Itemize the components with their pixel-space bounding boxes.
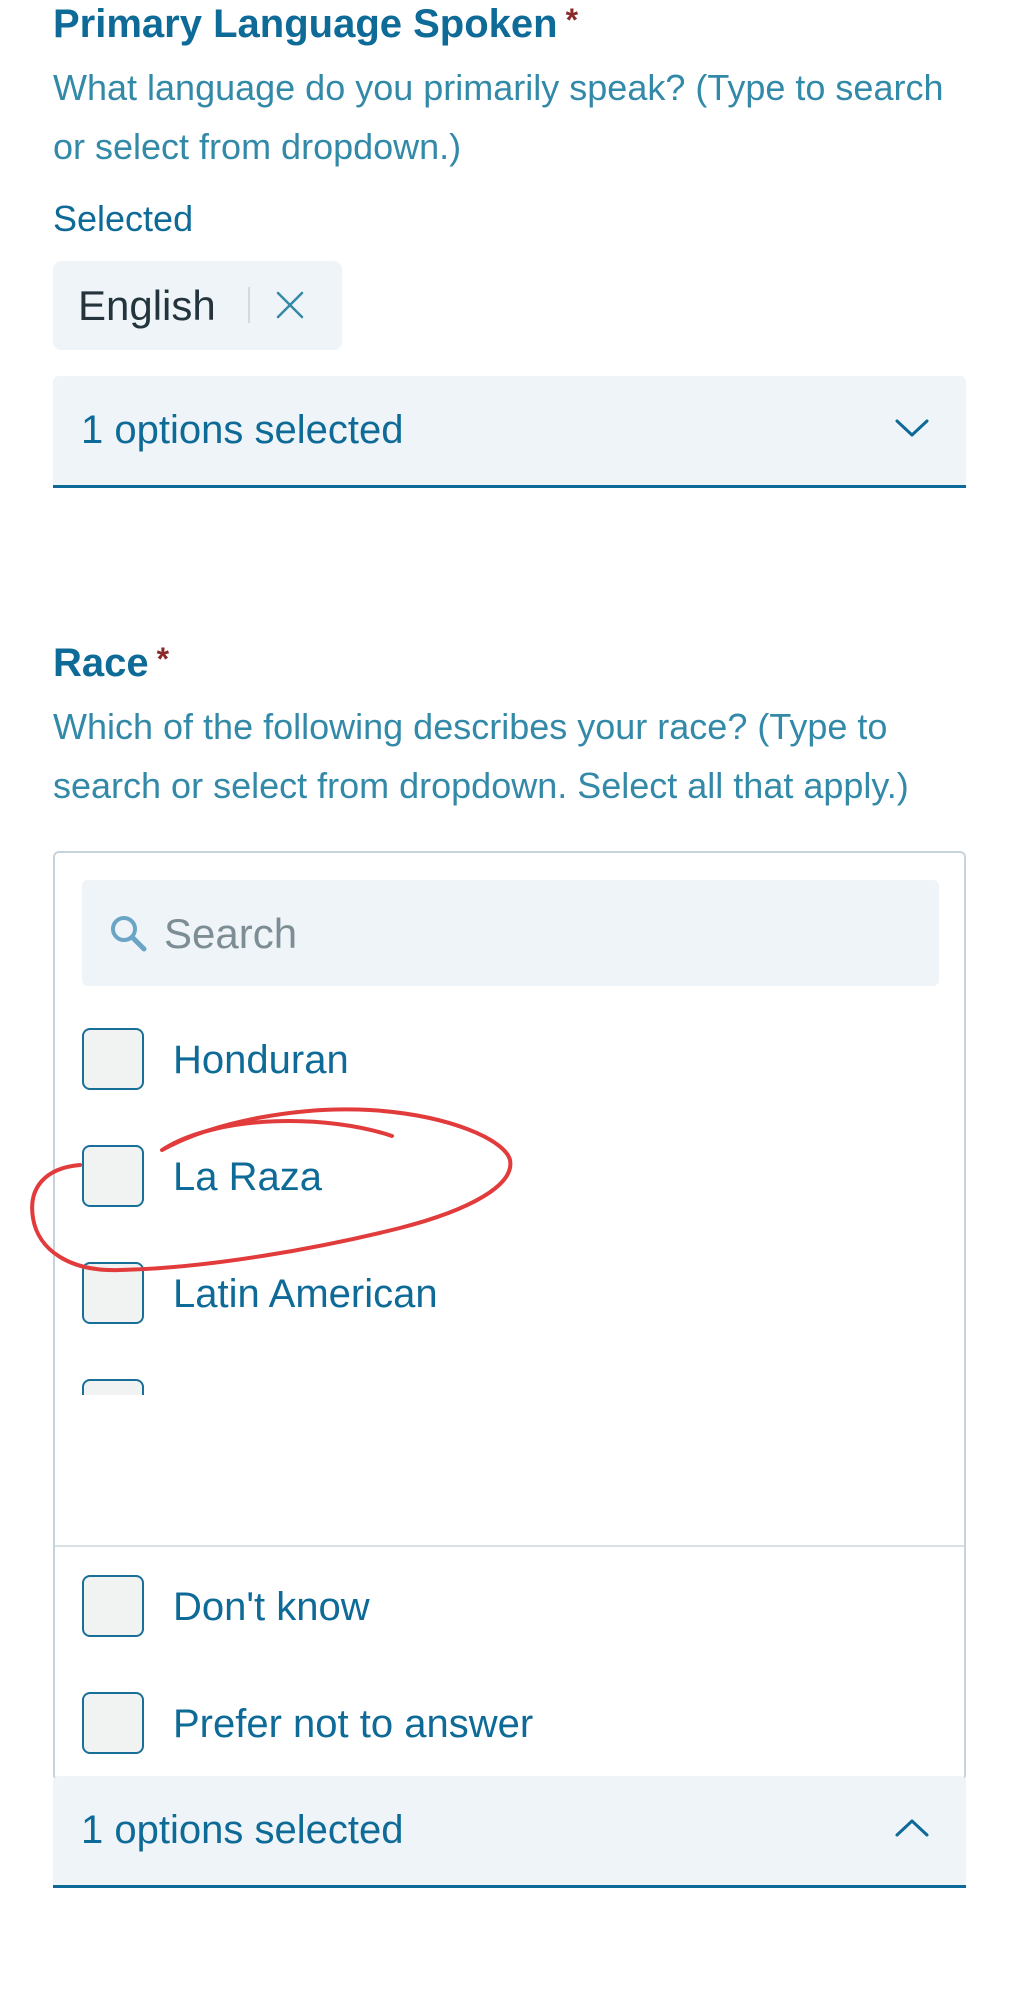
list-item[interactable]: Honduran [55,1028,964,1145]
list-item[interactable]: Latin American [55,1262,964,1379]
list-item[interactable]: Prefer not to answer [55,1692,964,1779]
option-label: Don't know [173,1585,370,1629]
chip-divider [248,287,250,323]
race-question-description: Which of the following describes your ra… [53,706,909,806]
list-item[interactable]: La Raza [55,1145,964,1262]
search-icon [111,916,147,952]
form-page: Primary Language Spoken * What language d… [0,0,1021,2000]
race-select-summary: 1 options selected [81,1808,404,1852]
list-item[interactable]: Don't know [55,1575,964,1692]
language-question-description: What language do you primarily speak? (T… [53,67,944,167]
checkbox[interactable] [82,1692,144,1754]
required-marker: * [565,2,579,38]
list-item[interactable]: Mexican [55,1379,964,1395]
race-option-list[interactable]: Honduran La Raza Latin American Mexican [55,1028,964,1395]
option-label: Mexican [173,1387,322,1395]
checkbox[interactable] [82,1028,144,1090]
race-question-title: Race * [53,643,169,683]
search-field[interactable] [82,880,939,986]
chevron-up-icon[interactable] [894,1814,930,1842]
race-title-text: Race [53,641,149,685]
divider [55,1545,964,1547]
option-label: La Raza [173,1155,322,1199]
language-select[interactable]: 1 options selected [53,376,966,488]
race-options-dropdown: Honduran La Raza Latin American Mexican … [53,851,966,1781]
language-question-title: Primary Language Spoken * [53,4,578,44]
option-label: Prefer not to answer [173,1702,534,1746]
checkbox[interactable] [82,1262,144,1324]
race-select[interactable]: 1 options selected [53,1776,966,1888]
chevron-down-icon[interactable] [894,414,930,442]
required-marker: * [156,641,170,677]
checkbox[interactable] [82,1575,144,1637]
option-label: Honduran [173,1038,349,1082]
option-label: Latin American [173,1272,438,1316]
close-icon[interactable] [272,287,308,323]
selected-chip-english: English [53,261,342,350]
search-input[interactable] [162,904,906,964]
chip-label: English [78,282,216,329]
special-option-list: Don't know Prefer not to answer [55,1575,964,1779]
language-select-summary: 1 options selected [81,408,404,452]
checkbox[interactable] [82,1145,144,1207]
selected-label: Selected [53,198,194,239]
checkbox[interactable] [82,1379,144,1395]
language-title-text: Primary Language Spoken [53,2,558,46]
